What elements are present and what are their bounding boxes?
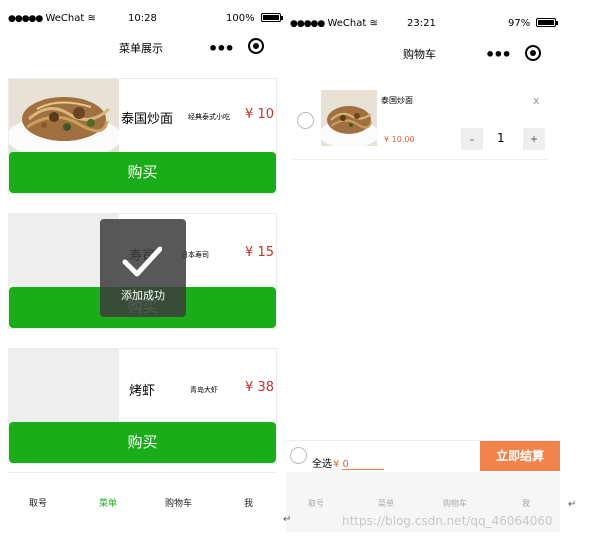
page-title: 菜单展示 xyxy=(119,42,163,55)
checkout-button[interactable]: 立即结算 xyxy=(480,441,560,471)
right-status-battery: 97% xyxy=(508,18,559,29)
close-miniprogram-icon[interactable] xyxy=(525,45,541,61)
total-underline xyxy=(342,469,384,470)
dish-price: ¥ 10 xyxy=(245,107,274,122)
return-mark: ↵ xyxy=(283,514,292,525)
tab-me[interactable]: 我 xyxy=(522,498,530,509)
tab-bar: 取号 菜单 购物车 我 xyxy=(8,472,277,540)
menu-item-card: 烤虾 青岛大虾 ¥ 38 购买 xyxy=(8,348,277,464)
select-all-checkbox[interactable] xyxy=(290,447,307,464)
checkmark-icon xyxy=(122,246,162,277)
dish-image-placeholder xyxy=(9,349,119,424)
wifi-icon: ≋ xyxy=(87,13,96,24)
signal-dots-icon: ●●●●● xyxy=(290,19,325,29)
return-mark: ↵ xyxy=(568,499,577,510)
dish-image-noodles xyxy=(321,90,377,146)
wifi-icon: ≋ xyxy=(369,18,378,29)
left-status-battery: 100% xyxy=(226,13,283,24)
dish-description: 经典泰式小吃 xyxy=(188,113,230,121)
checkout-bar: 全选¥ 0 立即结算 xyxy=(286,440,560,471)
left-status-carrier: ●●●●● WeChat ≋ xyxy=(8,13,96,24)
dish-price: ¥ 38 xyxy=(245,380,274,395)
dish-description: 青岛大虾 xyxy=(190,386,218,394)
right-status-carrier: ●●●●● WeChat ≋ xyxy=(290,18,378,29)
menu-item-card: 泰国炒面 经典泰式小吃 ¥ 10 购买 xyxy=(8,78,277,194)
more-icon[interactable]: ••• xyxy=(208,41,235,57)
watermark: https://blog.csdn.net/qq_46064060 xyxy=(342,514,553,528)
left-status-time: 10:28 xyxy=(128,13,157,24)
tab-menu[interactable]: 菜单 xyxy=(378,498,394,509)
cart-item: 泰国炒面 ¥ 10.00 x - 1 + xyxy=(292,80,548,160)
battery-icon xyxy=(260,13,283,22)
cart-item-name: 泰国炒面 xyxy=(381,96,413,105)
right-status-time: 23:21 xyxy=(407,18,436,29)
buy-button[interactable]: 购买 xyxy=(9,152,276,193)
tab-cart[interactable]: 购物车 xyxy=(443,498,467,509)
quantity-minus-button[interactable]: - xyxy=(461,128,483,150)
dish-price: ¥ 15 xyxy=(245,245,274,260)
dish-name: 泰国炒面 xyxy=(121,112,174,127)
close-miniprogram-icon[interactable] xyxy=(248,38,264,54)
more-icon[interactable]: ••• xyxy=(485,47,512,63)
tab-me[interactable]: 我 xyxy=(244,496,253,509)
cart-item-price: ¥ 10.00 xyxy=(384,135,415,144)
toast-text: 添加成功 xyxy=(121,289,165,302)
quantity-value: 1 xyxy=(497,131,505,145)
quantity-plus-button[interactable]: + xyxy=(523,128,545,150)
tab-take-number[interactable]: 取号 xyxy=(308,498,324,509)
tab-menu[interactable]: 菜单 xyxy=(99,496,117,509)
tab-take-number[interactable]: 取号 xyxy=(29,496,47,509)
remove-item-icon[interactable]: x xyxy=(533,94,540,107)
cart-item-checkbox[interactable] xyxy=(297,112,314,129)
buy-button[interactable]: 购买 xyxy=(9,422,276,463)
select-all-label[interactable]: 全选¥ 0 xyxy=(312,455,349,470)
dish-image-noodles xyxy=(9,79,119,154)
tab-cart[interactable]: 购物车 xyxy=(165,496,192,509)
success-toast: 添加成功 xyxy=(100,219,186,317)
signal-dots-icon: ●●●●● xyxy=(8,14,43,24)
dish-name: 烤虾 xyxy=(129,384,156,399)
battery-icon xyxy=(536,18,559,27)
page-title: 购物车 xyxy=(403,48,436,61)
